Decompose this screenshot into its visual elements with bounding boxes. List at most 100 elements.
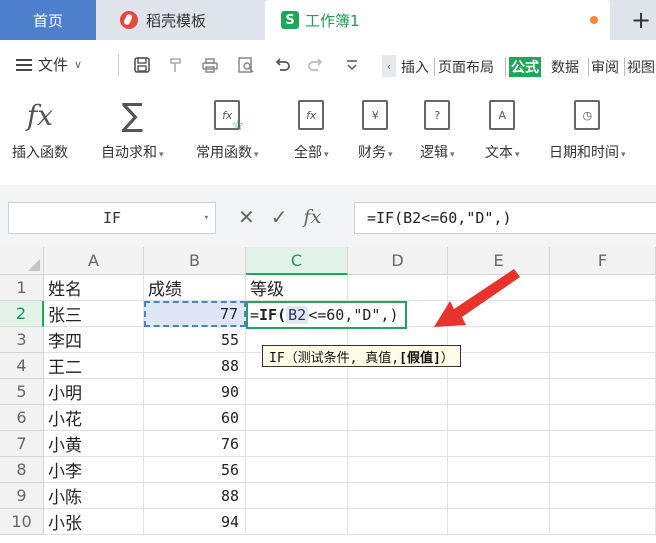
cell-f10[interactable]: [550, 509, 656, 535]
cell-a2[interactable]: 张三: [44, 301, 144, 327]
cell-f9[interactable]: [550, 483, 656, 509]
cell-f7[interactable]: [550, 431, 656, 457]
cell-b1[interactable]: 成绩: [144, 275, 246, 301]
cell-a7[interactable]: 小黄: [44, 431, 144, 457]
cell-b10[interactable]: 94: [144, 509, 246, 535]
cell-e4[interactable]: [448, 353, 550, 379]
cell-b7[interactable]: 76: [144, 431, 246, 457]
cell-e8[interactable]: [448, 457, 550, 483]
cell-e5[interactable]: [448, 379, 550, 405]
cell-a9[interactable]: 小陈: [44, 483, 144, 509]
save-icon[interactable]: [132, 56, 152, 74]
tab-view[interactable]: 视图: [627, 57, 656, 77]
row-header-5[interactable]: 5: [0, 379, 44, 405]
cell-c8[interactable]: [246, 457, 348, 483]
financial-button[interactable]: ¥ 财务 ▾: [358, 98, 393, 162]
row-header-9[interactable]: 9: [0, 483, 44, 509]
cell-c9[interactable]: [246, 483, 348, 509]
cell-a8[interactable]: 小李: [44, 457, 144, 483]
cell-d10[interactable]: [348, 509, 448, 535]
cell-d8[interactable]: [348, 457, 448, 483]
name-box[interactable]: IF ▾: [8, 202, 216, 234]
cell-b8[interactable]: 56: [144, 457, 246, 483]
confirm-icon[interactable]: ✓: [271, 205, 288, 229]
cell-e9[interactable]: [448, 483, 550, 509]
logical-button[interactable]: ? 逻辑 ▾: [420, 98, 455, 162]
row-header-2[interactable]: 2: [0, 301, 44, 327]
spreadsheet-grid[interactable]: A B C D E F 1 姓名 成绩 等级 2 张三 77 3 李四 55 4 王二 88 5 小明 90 6 小花 60 7 小…: [0, 247, 656, 543]
cancel-icon[interactable]: ✕: [238, 205, 255, 229]
print-preview-icon[interactable]: [236, 56, 256, 74]
redo-icon[interactable]: [306, 56, 326, 74]
column-header-a[interactable]: A: [44, 247, 144, 275]
tab-home[interactable]: 首页: [0, 0, 96, 40]
text-button[interactable]: A 文本 ▾: [485, 98, 520, 162]
tab-template[interactable]: 稻壳模板: [100, 0, 260, 40]
customize-toolbar-icon[interactable]: [342, 56, 362, 74]
fx-icon[interactable]: fx: [304, 206, 322, 228]
common-functions-button[interactable]: fx ☆ 常用函数 ▾: [196, 98, 259, 162]
ribbon-scroll-left-button[interactable]: ‹: [382, 55, 396, 77]
cell-b6[interactable]: 60: [144, 405, 246, 431]
cell-b4[interactable]: 88: [144, 353, 246, 379]
column-header-f[interactable]: F: [550, 247, 656, 275]
cell-b5[interactable]: 90: [144, 379, 246, 405]
cell-f6[interactable]: [550, 405, 656, 431]
cell-e6[interactable]: [448, 405, 550, 431]
new-tab-button[interactable]: +: [626, 0, 656, 40]
cell-c1[interactable]: 等级: [246, 275, 348, 301]
tab-formulas[interactable]: 公式: [509, 57, 541, 77]
row-header-6[interactable]: 6: [0, 405, 44, 431]
cell-d6[interactable]: [348, 405, 448, 431]
cell-f5[interactable]: [550, 379, 656, 405]
cell-d9[interactable]: [348, 483, 448, 509]
all-functions-button[interactable]: fx 全部 ▾: [294, 98, 329, 162]
chevron-down-icon[interactable]: ▾: [204, 213, 209, 223]
autosum-button[interactable]: ∑ 自动求和 ▾: [101, 96, 164, 162]
cell-a3[interactable]: 李四: [44, 327, 144, 353]
cell-a10[interactable]: 小张: [44, 509, 144, 535]
row-header-10[interactable]: 10: [0, 509, 44, 535]
row-header-3[interactable]: 3: [0, 327, 44, 353]
row-header-1[interactable]: 1: [0, 275, 44, 301]
date-time-button[interactable]: ◷ 日期和时间 ▾: [549, 98, 626, 162]
cell-e10[interactable]: [448, 509, 550, 535]
cell-f1[interactable]: [550, 275, 656, 301]
tab-review[interactable]: 审阅: [591, 57, 619, 77]
cell-e7[interactable]: [448, 431, 550, 457]
cell-f3[interactable]: [550, 327, 656, 353]
column-header-c[interactable]: C: [246, 247, 348, 275]
cell-c7[interactable]: [246, 431, 348, 457]
select-all-corner[interactable]: [0, 247, 44, 275]
cell-c10[interactable]: [246, 509, 348, 535]
cell-b2[interactable]: 77: [144, 301, 246, 327]
cell-b3[interactable]: 55: [144, 327, 246, 353]
print-icon[interactable]: [200, 56, 220, 74]
file-menu-button[interactable]: 文件 ∨: [16, 54, 82, 75]
undo-icon[interactable]: [272, 56, 292, 74]
cell-a5[interactable]: 小明: [44, 379, 144, 405]
tab-page-layout[interactable]: 页面布局: [438, 57, 494, 77]
tab-data[interactable]: 数据: [551, 57, 579, 77]
cell-c6[interactable]: [246, 405, 348, 431]
cell-a4[interactable]: 王二: [44, 353, 144, 379]
cell-c2-editor[interactable]: = IF(B2 <=60,"D",): [246, 301, 407, 329]
cell-d5[interactable]: [348, 379, 448, 405]
cell-f2[interactable]: [550, 301, 656, 327]
cell-a6[interactable]: 小花: [44, 405, 144, 431]
cell-c5[interactable]: [246, 379, 348, 405]
row-header-7[interactable]: 7: [0, 431, 44, 457]
cell-f4[interactable]: [550, 353, 656, 379]
row-header-8[interactable]: 8: [0, 457, 44, 483]
cell-d7[interactable]: [348, 431, 448, 457]
format-painter-icon[interactable]: [166, 56, 186, 74]
cell-b9[interactable]: 88: [144, 483, 246, 509]
tab-insert[interactable]: 插入: [401, 57, 429, 77]
cell-f8[interactable]: [550, 457, 656, 483]
formula-input[interactable]: =IF(B2<=60,"D",): [354, 202, 656, 234]
tab-workbook[interactable]: S 工作簿1: [265, 0, 610, 40]
insert-function-button[interactable]: fx 插入函数: [12, 98, 68, 162]
cell-a1[interactable]: 姓名: [44, 275, 144, 301]
column-header-b[interactable]: B: [144, 247, 246, 275]
row-header-4[interactable]: 4: [0, 353, 44, 379]
